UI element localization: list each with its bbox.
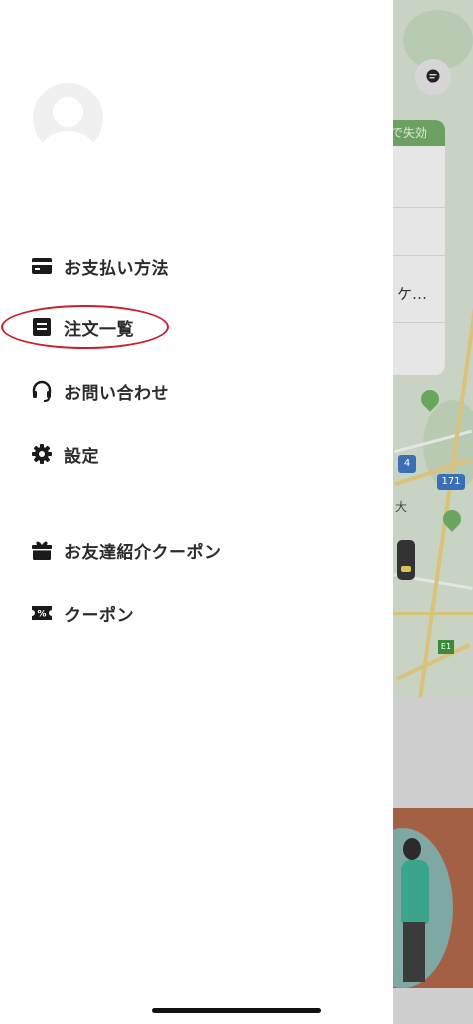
avatar[interactable] (33, 83, 103, 153)
svg-text:%: % (37, 610, 46, 620)
divider (393, 322, 445, 323)
promo-banner[interactable] (393, 808, 473, 988)
map-highway (395, 643, 471, 681)
route-shield: 4 (398, 455, 416, 473)
expressway-shield: E1 (438, 640, 454, 654)
menu-label: 設定 (64, 446, 99, 467)
avatar-body (41, 131, 95, 153)
route-sign: 171 (437, 474, 465, 490)
person-head (403, 838, 421, 860)
side-drawer: お支払い方法 注文一覧 お問い合わせ 設定 お友達紹介クーポン % クーポン (0, 0, 393, 1024)
coupon-icon: % (30, 601, 54, 625)
menu-label: 注文一覧 (64, 319, 134, 340)
menu-item-coupon[interactable]: % クーポン (30, 596, 360, 630)
person-body (401, 860, 429, 924)
taxi-icon (397, 540, 415, 580)
map-highway (393, 612, 473, 615)
menu-label: お友達紹介クーポン (64, 542, 222, 563)
menu-label: お問い合わせ (64, 383, 169, 404)
gift-icon (30, 538, 54, 562)
menu-item-settings[interactable]: 設定 (30, 437, 360, 471)
avatar-head (53, 97, 83, 127)
menu-item-order-list[interactable]: 注文一覧 (30, 310, 360, 344)
background-app: で失効 ケ… 4 171 E1 大 (393, 0, 473, 1024)
chat-button[interactable] (415, 59, 451, 95)
menu-item-payment-method[interactable]: お支払い方法 (30, 249, 360, 283)
home-indicator[interactable] (152, 1008, 321, 1013)
headset-icon (30, 379, 54, 403)
divider (393, 207, 445, 208)
person-legs (403, 922, 425, 982)
divider (393, 255, 445, 256)
card-banner: で失効 (393, 120, 445, 146)
menu-label: お支払い方法 (64, 258, 169, 279)
card-text: ケ… (397, 285, 428, 303)
receipt-icon (30, 315, 54, 339)
chat-icon (426, 69, 440, 83)
map-place-label: 大 (395, 500, 408, 514)
map-view[interactable]: で失効 ケ… 4 171 E1 大 (393, 0, 473, 698)
menu-item-contact[interactable]: お問い合わせ (30, 374, 360, 408)
menu-label: クーポン (64, 605, 134, 626)
wallet-icon (30, 254, 54, 278)
gear-icon (30, 442, 54, 466)
order-card[interactable]: で失効 (393, 120, 445, 375)
menu-item-friend-referral-coupon[interactable]: お友達紹介クーポン (30, 533, 360, 567)
